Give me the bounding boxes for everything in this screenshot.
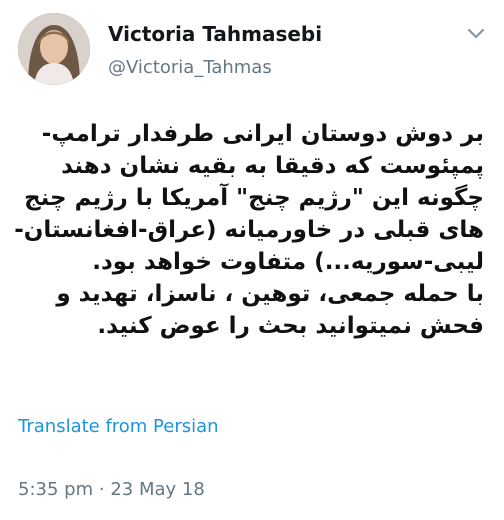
tweet-text-line: لیبی-سوریه...) متفاوت خواهد بود. [92,249,484,275]
author-handle[interactable]: @Victoria_Tahmas [108,57,272,79]
tweet-text-line: با حمله جمعی، توهین ، ناسزا، تهدید و [56,281,484,307]
tweet-date: 23 May 18 [110,479,205,500]
tweet-text-line: پمپئوست که دقیقا به بقیه نشان دهند [61,153,484,179]
tweet-text-line: فحش نمیتوانید بحث را عوض کنید. [97,313,484,339]
chevron-down-icon [467,28,485,39]
tweet-timestamp[interactable]: 5:35 pm · 23 May 18 [18,478,205,502]
timestamp-separator: · [98,479,105,500]
avatar[interactable] [18,13,90,85]
tweet-card: Victoria Tahmasebi @Victoria_Tahmas بر د… [0,0,504,520]
tweet-text-line: بر دوش دوستان ایرانی طرفدار ترامپ- [41,121,484,147]
avatar-image [18,13,90,85]
author-name[interactable]: Victoria Tahmasebi [108,22,322,46]
tweet-time: 5:35 pm [18,479,94,500]
tweet-menu-button[interactable] [462,24,490,44]
tweet-text: بر دوش دوستان ایرانی طرفدار ترامپ- پمپئو… [14,118,484,342]
translate-link[interactable]: Translate from Persian [18,415,219,439]
tweet-text-line: چگونه این "رژیم چنج" آمریکا با رژیم چنج [24,185,484,211]
tweet-text-line: های قبلی در خاورمیانه (عراق-افغانستان- [14,217,484,243]
